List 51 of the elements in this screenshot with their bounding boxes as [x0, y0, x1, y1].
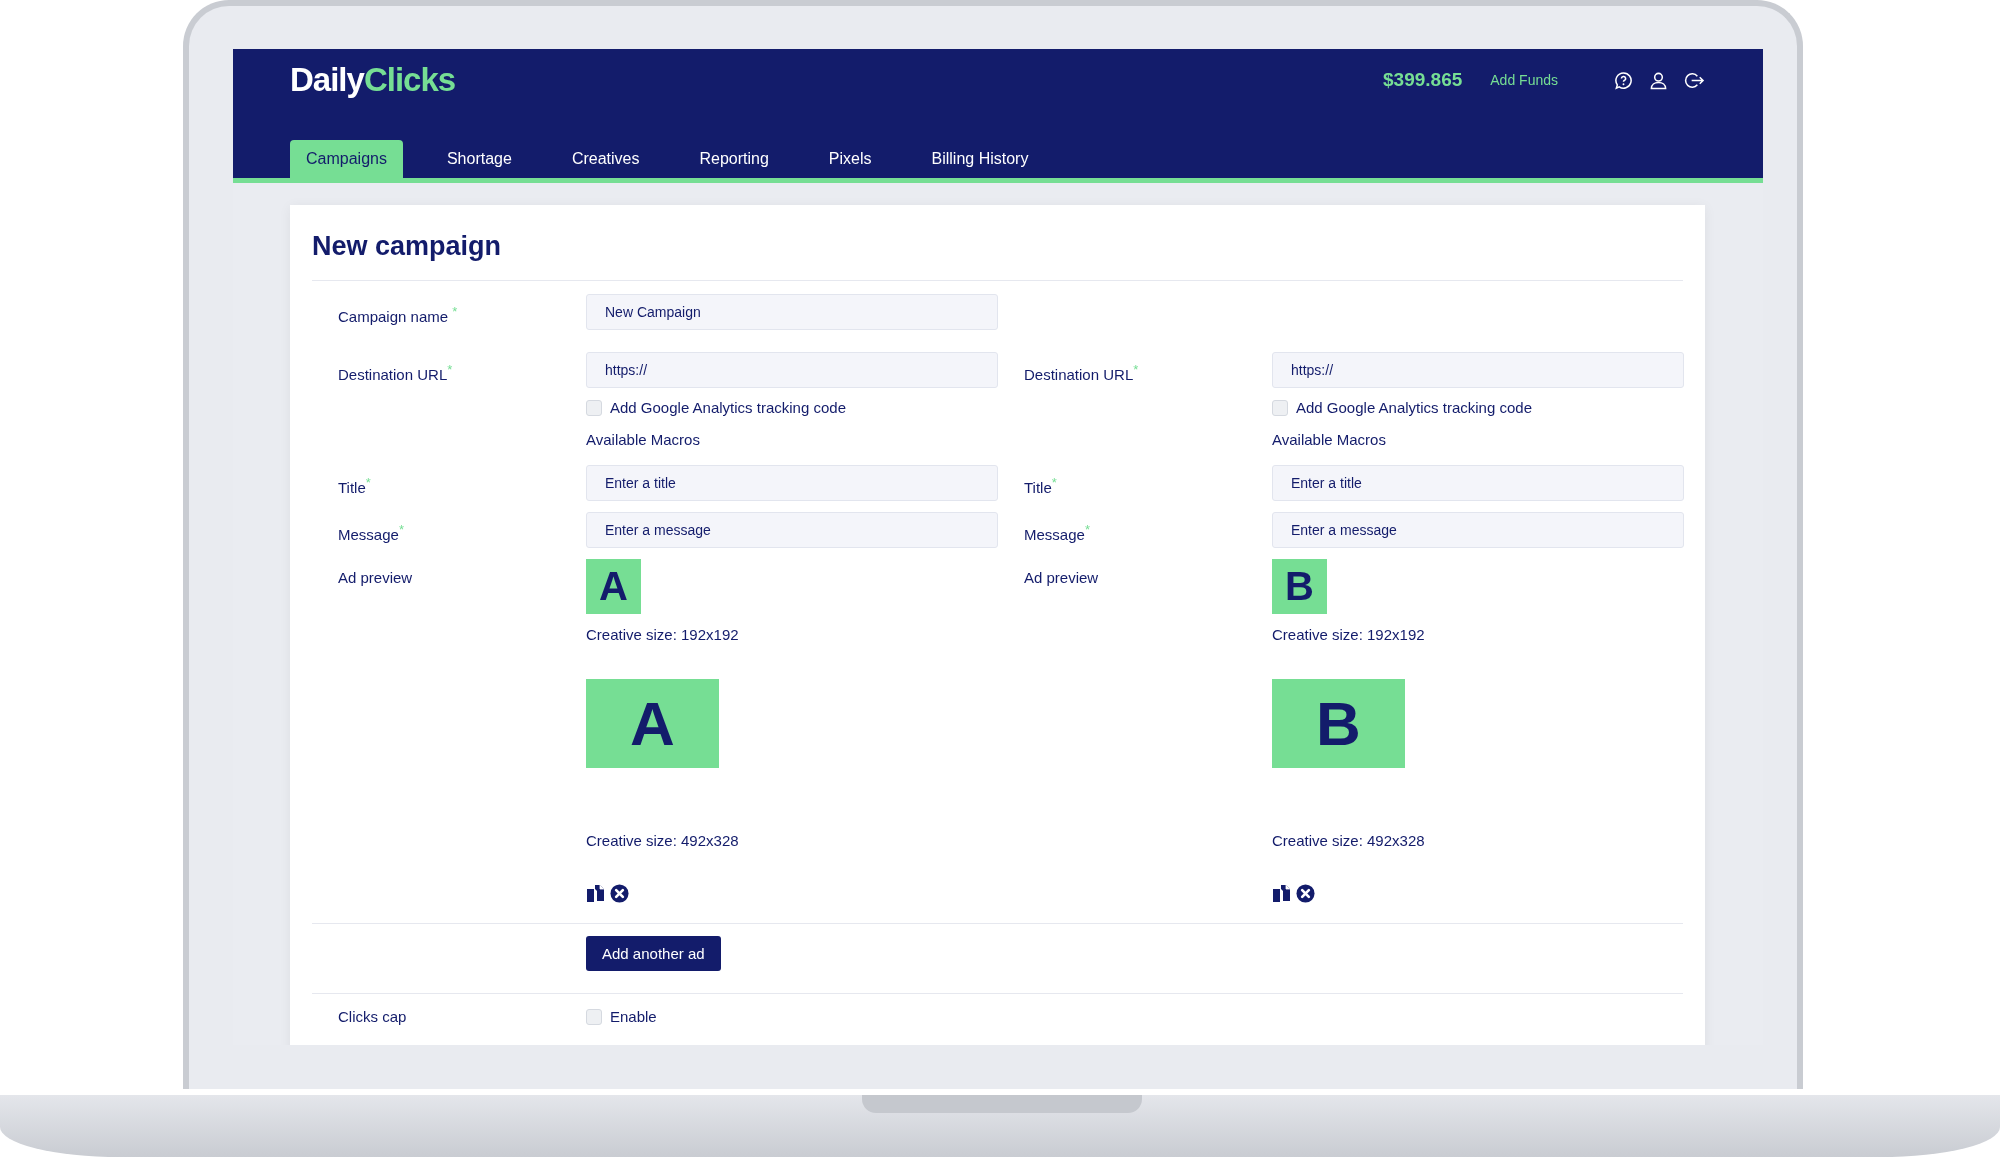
creative-size: Creative size: 192x192 — [1272, 626, 1425, 643]
campaign-name-field[interactable]: New Campaign — [586, 294, 998, 330]
add-funds-link[interactable]: Add Funds — [1490, 72, 1558, 88]
creative-size: Creative size: 192x192 — [586, 626, 739, 643]
page-title: New campaign — [312, 205, 1683, 281]
checkbox[interactable] — [586, 399, 602, 416]
field-label: Destination URL$^{*}$ — [338, 361, 454, 383]
field-label: Title$^{*}$ — [1024, 474, 1058, 496]
field-label: Campaign name $^{*}$ — [338, 303, 459, 325]
nav-tab[interactable]: Creatives — [555, 140, 656, 178]
message-field[interactable]: Enter a message — [1272, 512, 1684, 548]
remove-icon[interactable] — [610, 883, 629, 903]
creative-thumbnail: A — [586, 559, 641, 614]
user-icon[interactable] — [1649, 70, 1668, 90]
message-field[interactable]: Enter a message — [586, 512, 998, 548]
macros-label: Available Macros — [586, 430, 701, 450]
creative-thumbnail: B — [1272, 559, 1327, 614]
creative-size: Creative size: 492x328 — [586, 832, 739, 849]
nav-tab[interactable]: Pixels — [812, 140, 888, 178]
nav-tab[interactable]: Reporting — [683, 140, 785, 178]
field-label: Destination URL$^{*}$ — [1024, 361, 1140, 383]
checkbox-label: Enable — [610, 1008, 657, 1025]
logout-icon[interactable] — [1684, 70, 1705, 90]
nav-tab[interactable]: Campaigns — [290, 140, 403, 178]
field-label: Message$^{*}$ — [338, 521, 405, 543]
copy-icon[interactable] — [586, 883, 606, 903]
help-icon[interactable] — [1614, 70, 1633, 90]
destination-url-field[interactable]: https:// — [1272, 352, 1684, 388]
balance: $399.865 — [1383, 69, 1463, 91]
nav-tab[interactable]: Shortage — [430, 140, 528, 178]
title-field[interactable]: Enter a title — [1272, 465, 1684, 501]
creative-image: A — [586, 679, 719, 768]
field-label: Message$^{*}$ — [1024, 521, 1091, 543]
field-label: Ad preview — [338, 568, 414, 586]
checkbox[interactable] — [1272, 399, 1288, 416]
logo: DailyClicks — [290, 61, 456, 99]
nav-tab[interactable]: Billing History — [915, 140, 1045, 178]
checkbox-label: Add Google Analytics tracking code — [610, 399, 846, 416]
creative-image: B — [1272, 679, 1405, 768]
remove-icon[interactable] — [1296, 883, 1315, 903]
creative-size: Creative size: 492x328 — [1272, 832, 1425, 849]
title-field[interactable]: Enter a title — [586, 465, 998, 501]
field-label: Clicks cap — [338, 1008, 408, 1025]
checkbox-label: Add Google Analytics tracking code — [1296, 399, 1532, 416]
destination-url-field[interactable]: https:// — [586, 352, 998, 388]
field-label: Ad preview — [1024, 568, 1100, 586]
checkbox[interactable] — [586, 1008, 602, 1025]
add-another-ad-button[interactable]: Add another ad — [586, 936, 721, 971]
field-label: Title$^{*}$ — [338, 474, 372, 496]
macros-label: Available Macros — [1272, 430, 1387, 450]
copy-icon[interactable] — [1272, 883, 1292, 903]
